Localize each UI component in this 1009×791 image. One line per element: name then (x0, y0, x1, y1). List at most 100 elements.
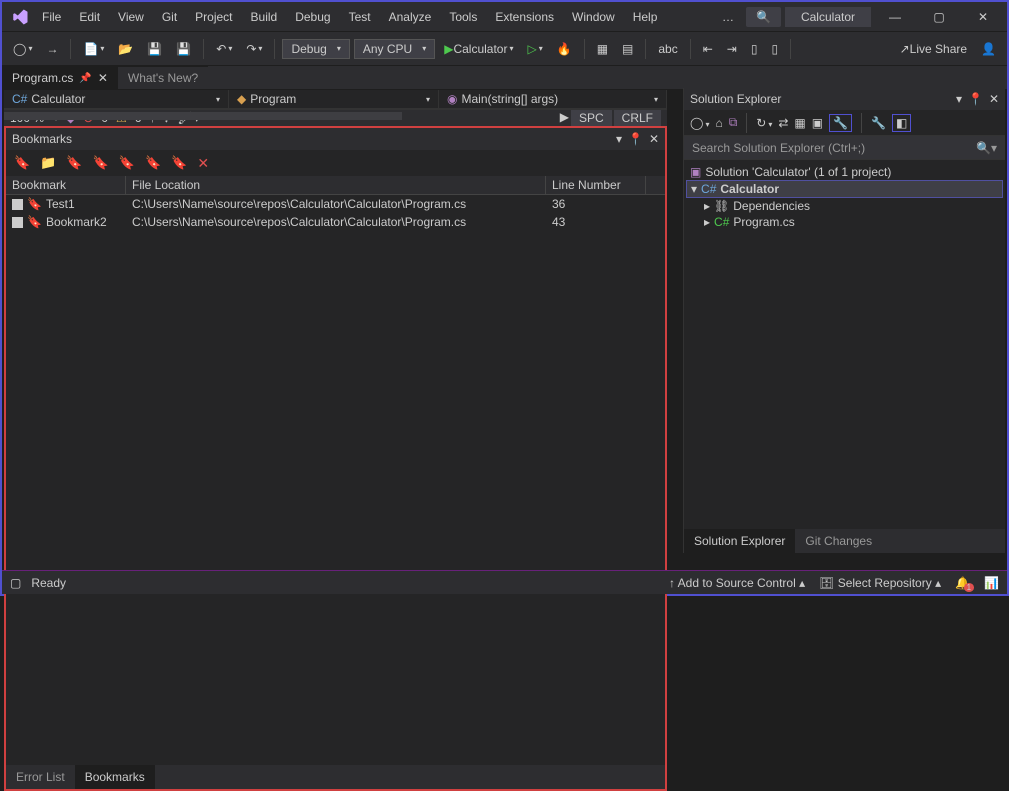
uncomment-button[interactable]: ▯ (766, 39, 783, 59)
chevron-down-icon[interactable]: ▾ (691, 182, 697, 196)
nav-back-button[interactable]: ◯▾ (8, 39, 37, 59)
toggle-bookmark-button[interactable]: 🔖 (14, 155, 30, 171)
tree-solution[interactable]: ▣Solution 'Calculator' (1 of 1 project) (686, 164, 1003, 180)
comment-button[interactable]: ▯ (746, 39, 763, 59)
menu-extensions[interactable]: Extensions (487, 6, 562, 28)
col-bookmark[interactable]: Bookmark (6, 176, 126, 194)
menu-build[interactable]: Build (243, 6, 286, 28)
solution-tree[interactable]: ▣Solution 'Calculator' (1 of 1 project) … (684, 160, 1005, 529)
add-to-source-control-button[interactable]: ↑ Add to Source Control ▴ (669, 576, 805, 590)
filter-button[interactable]: ⇄ (778, 116, 788, 130)
feedback-button[interactable]: 👤 (976, 39, 1001, 59)
close-tab-icon[interactable]: ✕ (98, 71, 108, 85)
maximize-button[interactable]: ▢ (919, 3, 959, 31)
menu-tools[interactable]: Tools (441, 6, 485, 28)
pin-icon[interactable]: 📍 (628, 132, 643, 146)
menu-project[interactable]: Project (187, 6, 240, 28)
redo-button[interactable]: ↷▾ (241, 39, 267, 59)
tab-error-list[interactable]: Error List (6, 765, 75, 789)
overflow-menu-button[interactable]: … (714, 6, 742, 28)
config-combo[interactable]: Debug▾ (282, 39, 349, 59)
tree-project[interactable]: ▾C#Calculator (686, 180, 1003, 198)
window-options-icon[interactable]: ▾ (956, 92, 962, 106)
menu-debug[interactable]: Debug (287, 6, 338, 28)
wrench-button[interactable]: 🔧 (871, 116, 886, 130)
menu-edit[interactable]: Edit (71, 6, 108, 28)
checkbox-icon[interactable] (12, 217, 23, 228)
select-repository-button[interactable]: 🗄 Select Repository ▴ (819, 576, 941, 590)
output-icon[interactable]: ▢ (10, 576, 21, 590)
col-location[interactable]: File Location (126, 176, 546, 194)
save-button[interactable]: 💾 (142, 39, 167, 59)
live-share-button[interactable]: ↗ Live Share (895, 39, 972, 59)
perf-icon[interactable]: 📊 (984, 576, 999, 590)
tab-solution-explorer[interactable]: Solution Explorer (684, 529, 795, 553)
menu-window[interactable]: Window (564, 6, 623, 28)
abc-button[interactable]: abc (653, 39, 682, 59)
menu-view[interactable]: View (110, 6, 152, 28)
bookmarks-header[interactable]: Bookmarks ▾ 📍 ✕ (6, 128, 665, 150)
prev-bookmark-button[interactable]: 🔖 (66, 155, 82, 171)
notifications-button[interactable]: 🔔1 (955, 576, 970, 590)
indent-button[interactable]: ⇥ (722, 39, 742, 59)
tab-whats-new[interactable]: What's New? (118, 66, 208, 89)
close-panel-icon[interactable]: ✕ (649, 132, 659, 146)
new-folder-button[interactable]: 📁 (40, 155, 56, 171)
bookmark-row[interactable]: 🔖Bookmark2 C:\Users\Name\source\repos\Ca… (6, 213, 665, 231)
chevron-right-icon[interactable]: ▸ (704, 215, 710, 229)
nav-class-combo[interactable]: ◆Program▾ (229, 90, 439, 108)
chevron-right-icon[interactable]: ▸ (704, 199, 710, 213)
menu-help[interactable]: Help (625, 6, 666, 28)
search-button[interactable]: 🔍 (746, 7, 781, 27)
menu-file[interactable]: File (34, 6, 69, 28)
col-line-number[interactable]: Line Number (546, 176, 646, 194)
stack-button[interactable]: ▤ (617, 39, 638, 59)
play-hint-icon[interactable]: ▶ (560, 110, 569, 126)
new-project-button[interactable]: 📄▾ (78, 39, 109, 59)
next-bookmark-folder-button[interactable]: 🔖 (145, 155, 161, 171)
minimize-button[interactable]: — (875, 3, 915, 31)
prev-bookmark-folder-button[interactable]: 🔖 (119, 155, 135, 171)
undo-button[interactable]: ↶▾ (211, 39, 237, 59)
properties-button[interactable]: 🔧 (829, 114, 852, 132)
start-debug-button[interactable]: ▶ Calculator▾ (439, 39, 518, 59)
hot-reload-button[interactable]: 🔥 (552, 39, 577, 59)
pin-icon[interactable]: 📌 (79, 73, 91, 84)
close-window-button[interactable]: ✕ (963, 3, 1003, 31)
line-endings[interactable]: CRLF (614, 110, 661, 126)
tree-file-program[interactable]: ▸C#Program.cs (686, 214, 1003, 230)
collapse-all-button[interactable]: ▣ (812, 116, 823, 130)
menu-git[interactable]: Git (154, 6, 185, 28)
delete-bookmark-button[interactable]: ✕ (197, 155, 209, 172)
tab-bookmarks[interactable]: Bookmarks (75, 765, 155, 789)
nav-fwd-button[interactable]: → (41, 39, 63, 59)
outdent-button[interactable]: ⇤ (698, 39, 718, 59)
platform-combo[interactable]: Any CPU▾ (354, 39, 435, 59)
sync-button[interactable]: ↻▾ (756, 116, 772, 130)
whitespace-mode[interactable]: SPC (571, 110, 612, 126)
bookmark-row[interactable]: 🔖Test1 C:\Users\Name\source\repos\Calcul… (6, 195, 665, 213)
pin-icon[interactable]: 📍 (968, 92, 983, 106)
nav-project-combo[interactable]: C#Calculator▾ (4, 90, 229, 108)
show-all-button[interactable]: ▦ (794, 116, 805, 130)
switch-views-button[interactable]: ⧉ (729, 115, 738, 130)
nav-method-combo[interactable]: ◉Main(string[] args)▾ (439, 90, 667, 108)
save-all-button[interactable]: 💾 (171, 39, 196, 59)
preview-button[interactable]: ◧ (892, 114, 911, 132)
back-button[interactable]: ◯▾ (690, 116, 709, 130)
browse-button[interactable]: ▦ (592, 39, 613, 59)
next-bookmark-button[interactable]: 🔖 (93, 155, 109, 171)
disable-all-button[interactable]: 🔖 (171, 155, 187, 171)
solution-explorer-search[interactable]: Search Solution Explorer (Ctrl+;) 🔍▾ (684, 136, 1005, 160)
tab-git-changes[interactable]: Git Changes (795, 529, 882, 553)
close-panel-icon[interactable]: ✕ (989, 92, 999, 106)
open-button[interactable]: 📂 (113, 39, 138, 59)
home-button[interactable]: ⌂ (715, 116, 722, 130)
tree-dependencies[interactable]: ▸⛓Dependencies (686, 198, 1003, 214)
window-options-icon[interactable]: ▾ (616, 132, 622, 146)
start-nodebug-button[interactable]: ▷▾ (522, 39, 547, 59)
search-icon[interactable]: 🔍▾ (976, 141, 997, 155)
solution-explorer-header[interactable]: Solution Explorer ▾ 📍 ✕ (684, 88, 1005, 110)
menu-analyze[interactable]: Analyze (381, 6, 440, 28)
tab-program-cs[interactable]: Program.cs📌✕ (2, 66, 118, 89)
